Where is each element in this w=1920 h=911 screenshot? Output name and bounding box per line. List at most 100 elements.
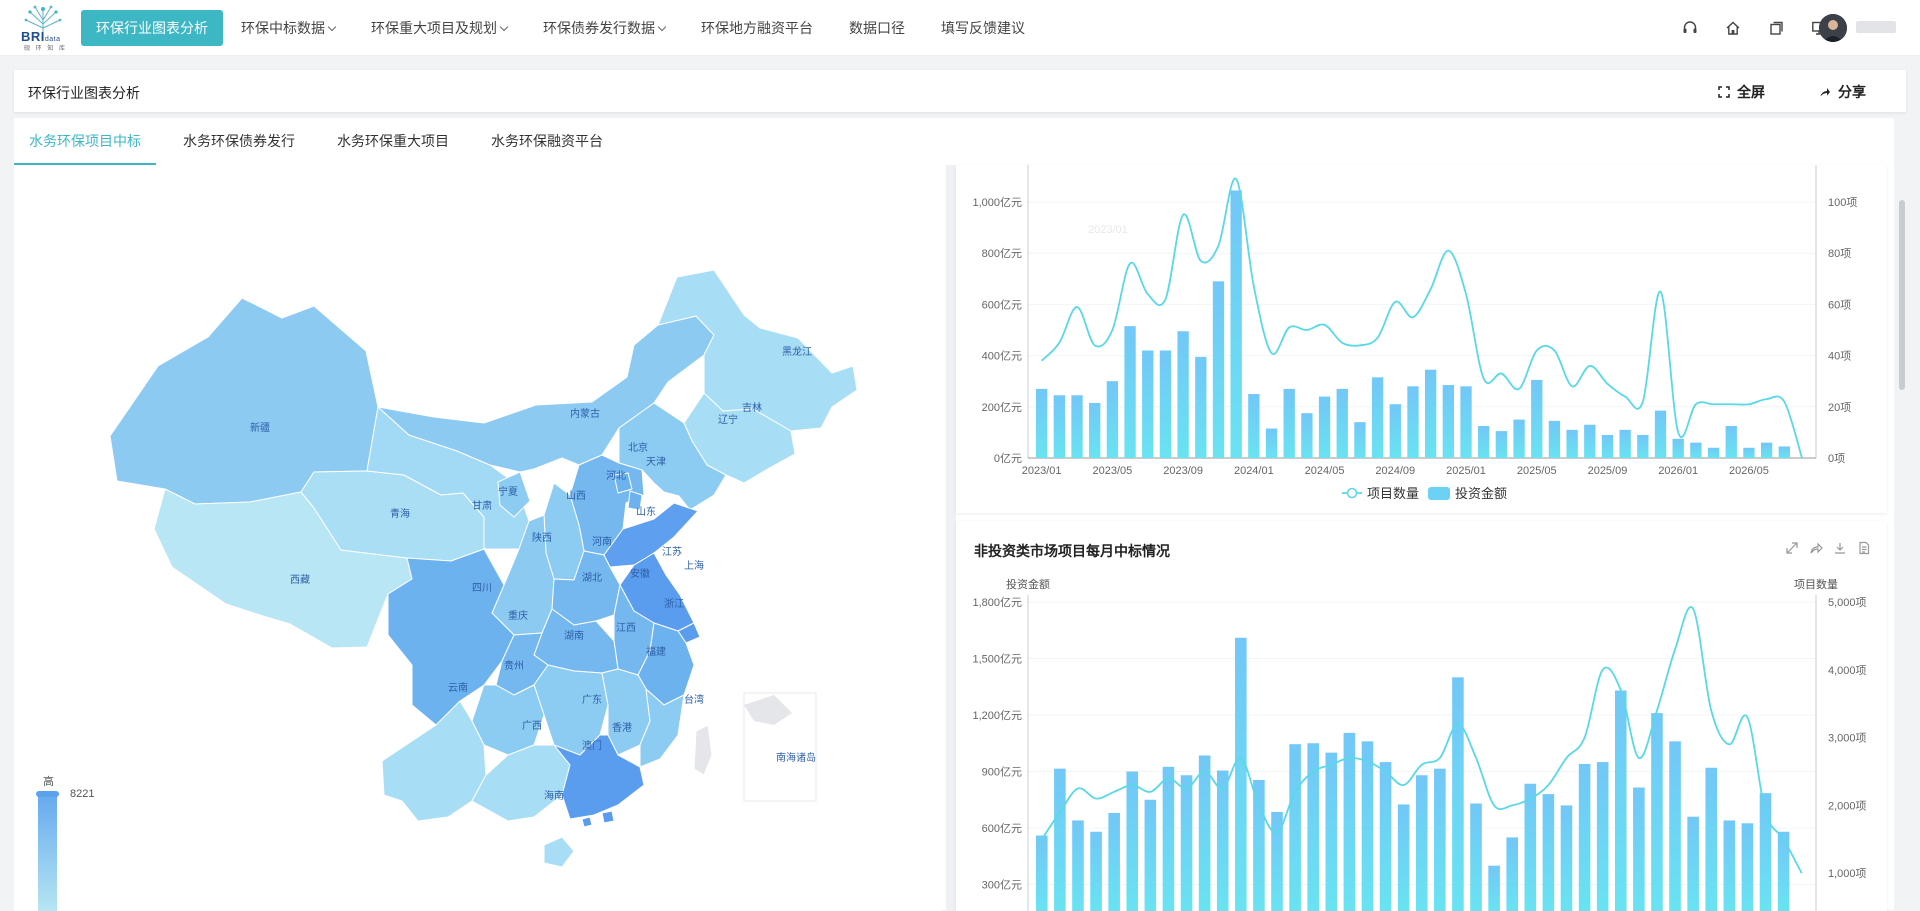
bar	[1778, 446, 1790, 458]
bar	[1089, 402, 1101, 458]
y-right-tick-label: 3,000项	[1828, 732, 1867, 745]
tab-water-financing[interactable]: 水务环保融资平台	[476, 118, 618, 165]
bar	[1578, 763, 1591, 911]
bar	[1126, 771, 1139, 911]
headset-icon[interactable]	[1679, 17, 1701, 39]
map-label: 云南	[448, 681, 468, 694]
bar	[1614, 690, 1627, 911]
fullscreen-button[interactable]: 全屏	[1718, 82, 1765, 102]
map-label: 甘肃	[472, 499, 492, 512]
y-right-tick-label: 60项	[1828, 298, 1851, 311]
tab-water-major-project[interactable]: 水务环保重大项目	[322, 118, 464, 165]
bar	[1495, 431, 1508, 458]
home-icon[interactable]	[1722, 17, 1744, 39]
nav-item-feedback[interactable]: 填写反馈建议	[924, 10, 1042, 46]
fullscreen-icon	[1718, 86, 1730, 98]
legend-gradient-bar[interactable]	[38, 792, 57, 911]
bar	[1548, 420, 1561, 458]
chart-card-monthly: 2023/01 0亿元 200亿元 400亿元 600亿元 800亿元 1,000亿元 0项 2…	[956, 165, 1887, 513]
bar	[1325, 752, 1338, 911]
tab-water-bid[interactable]: 水务环保项目中标	[14, 118, 156, 165]
chart-1: 2023/010亿元200亿元400亿元600亿元800亿元1,000亿元0项2…	[972, 165, 1857, 501]
share-button[interactable]: 分享	[1819, 82, 1866, 102]
bar	[1452, 677, 1464, 911]
map-label: 内蒙古	[570, 407, 600, 420]
legend-bar-icon	[1428, 487, 1450, 500]
nav-item-major-projects[interactable]: 环保重大项目及规划	[354, 10, 524, 46]
map-label: 山东	[636, 505, 656, 518]
bar	[1743, 447, 1755, 458]
x-tick-label: 2023/09	[1163, 465, 1203, 477]
page-scrollbar-thumb[interactable]	[1899, 200, 1905, 390]
map-label: 贵州	[504, 659, 524, 672]
nav-item-bid-data[interactable]: 环保中标数据	[224, 10, 352, 46]
bar	[1336, 388, 1348, 458]
nav-item-bond-data[interactable]: 环保债券发行数据	[526, 10, 682, 46]
nav-item-financing-platform[interactable]: 环保地方融资平台	[684, 10, 830, 46]
bar	[1654, 410, 1667, 458]
bar	[1470, 803, 1482, 911]
x-tick-label: 2024/09	[1375, 465, 1415, 477]
map-region-guangxi[interactable]	[471, 744, 571, 822]
bar	[1379, 762, 1392, 911]
legend-marker-icon	[1346, 487, 1358, 499]
bar	[1619, 429, 1631, 458]
bar	[1690, 442, 1702, 458]
nav-label: 环保重大项目及规划	[371, 20, 497, 36]
bar	[1442, 385, 1454, 458]
bar	[1460, 386, 1472, 458]
bar	[1707, 447, 1720, 458]
bar	[1071, 395, 1083, 458]
map-label: 江西	[616, 622, 636, 634]
tab-water-bond[interactable]: 水务环保债券发行	[168, 118, 310, 165]
chevron-down-icon	[657, 22, 667, 32]
y-left-tick-label: 1,500亿元	[972, 653, 1022, 666]
china-map: 新疆 西藏 青海 甘肃 宁夏 内蒙古 黑龙江 吉林 辽宁 北京 天津 河北 山西…	[109, 269, 858, 868]
map-region-hongkong[interactable]	[601, 810, 615, 824]
map-label: 四川	[472, 583, 492, 594]
chart-legend: 项目数量 投资金额	[1342, 486, 1507, 501]
share-icon	[1820, 88, 1830, 97]
bar	[1672, 438, 1684, 458]
panel-divider	[946, 165, 956, 911]
y-right-tick-label: 40项	[1828, 350, 1851, 363]
bar	[1777, 831, 1790, 911]
bar	[1425, 369, 1437, 458]
username-placeholder[interactable]	[1856, 21, 1896, 33]
avatar[interactable]	[1819, 14, 1847, 42]
inset-label: 南海诸岛	[776, 751, 816, 764]
bar	[1354, 422, 1366, 458]
bar	[1162, 766, 1175, 911]
nav-item-data-scope[interactable]: 数据口径	[832, 10, 922, 46]
map-region-taiwan[interactable]	[693, 724, 713, 776]
bar	[1142, 350, 1154, 458]
map-label: 福建	[646, 645, 666, 658]
y-right-tick-label: 1,000项	[1828, 867, 1867, 880]
map-region-hainan[interactable]	[543, 836, 575, 868]
bar	[1389, 404, 1401, 458]
map-region-macau[interactable]	[581, 816, 593, 828]
bar	[1253, 779, 1265, 911]
bar	[1072, 820, 1084, 911]
nav-item-chart-analysis[interactable]: 环保行业图表分析	[81, 10, 223, 46]
map-label: 新疆	[250, 421, 270, 434]
x-tick-label: 2023/05	[1093, 465, 1133, 477]
copy-icon[interactable]	[1765, 17, 1787, 39]
bar	[1705, 767, 1718, 911]
y-left-tick-label: 600亿元	[982, 822, 1022, 835]
bar	[1361, 741, 1374, 911]
series-line-count	[1041, 177, 1803, 459]
bar	[1687, 816, 1699, 911]
bar	[1651, 713, 1663, 911]
nav-label: 环保行业图表分析	[96, 20, 208, 36]
y-left-tick-label: 600亿元	[982, 298, 1022, 311]
bar	[1524, 783, 1537, 911]
map-label: 陕西	[532, 531, 552, 544]
legend-handle[interactable]	[36, 791, 59, 797]
y-left-tick-label: 800亿元	[982, 247, 1022, 260]
bar	[1289, 744, 1301, 911]
y-left-tick-label: 1,200亿元	[972, 709, 1022, 722]
bar	[1198, 755, 1211, 911]
map-label: 吉林	[742, 401, 762, 414]
bar	[1265, 428, 1278, 458]
